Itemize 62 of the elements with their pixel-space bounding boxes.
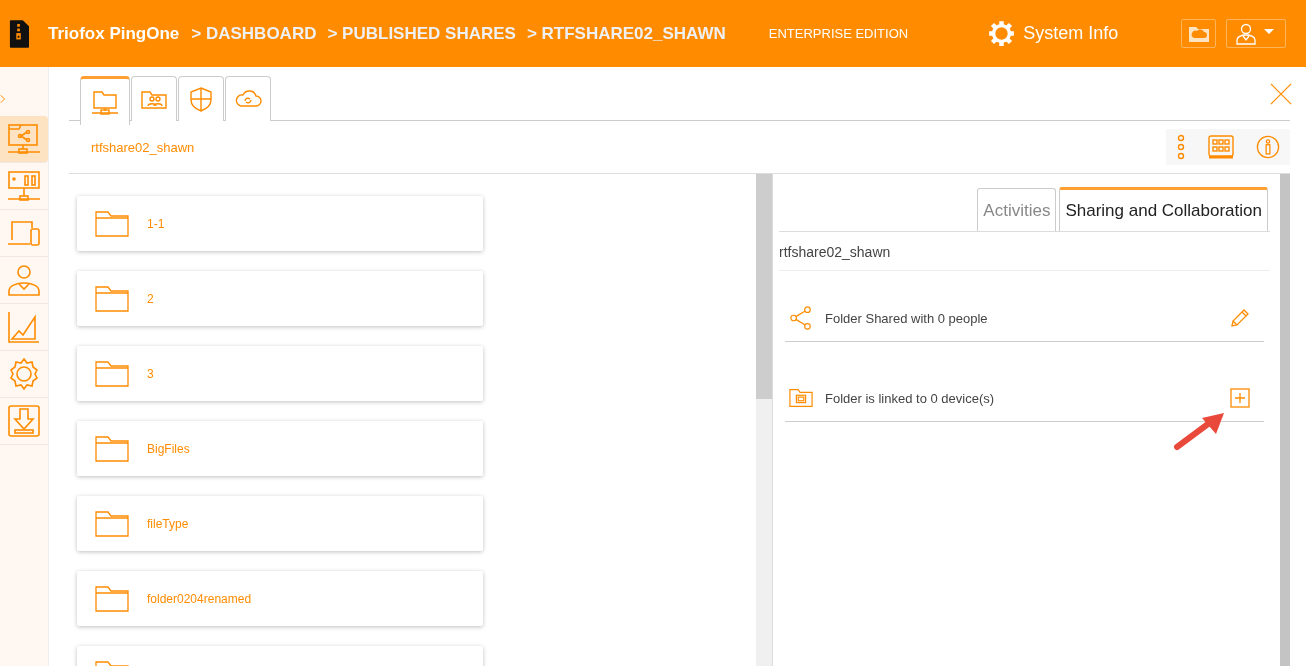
scrollbar[interactable] bbox=[1280, 174, 1290, 666]
folder-icon bbox=[95, 435, 129, 462]
cloud-folder-icon bbox=[1187, 24, 1210, 43]
folder-path: rtfshare02_shawn bbox=[91, 139, 195, 155]
close-icon[interactable] bbox=[1270, 83, 1292, 105]
share-name: rtfshare02_shawn bbox=[779, 232, 1270, 271]
tab[interactable] bbox=[178, 76, 224, 121]
network-folder-icon bbox=[91, 89, 119, 115]
tab[interactable]: Activities bbox=[977, 188, 1057, 231]
tab[interactable]: Sharing and Collaboration bbox=[1059, 187, 1268, 231]
tab[interactable] bbox=[131, 76, 177, 121]
folder-card[interactable]: 1-1 bbox=[77, 196, 483, 251]
folder-icon bbox=[95, 510, 129, 537]
server-icon bbox=[7, 169, 41, 203]
more-icon[interactable] bbox=[1176, 134, 1186, 160]
grid-view-icon[interactable] bbox=[1208, 135, 1234, 159]
breadcrumb-link[interactable]: > DASHBOARD bbox=[191, 23, 317, 44]
row-text: Folder Shared with 0 people bbox=[825, 310, 989, 326]
row-text: Folder is linked to 0 device(s) bbox=[825, 390, 996, 406]
folder-name: fileType bbox=[147, 516, 189, 531]
folder-card[interactable]: 3 bbox=[77, 346, 483, 401]
tab[interactable] bbox=[225, 76, 271, 121]
app-name: Triofox PingOne bbox=[48, 23, 180, 44]
folder-card[interactable]: 2 bbox=[77, 271, 483, 326]
share-folder-icon bbox=[7, 122, 41, 156]
cloud-folder-button[interactable] bbox=[1181, 19, 1216, 48]
download-icon bbox=[7, 404, 41, 438]
chart-icon bbox=[7, 310, 41, 344]
folder-name: folder0204renamed bbox=[147, 591, 252, 606]
user-icon bbox=[7, 263, 41, 297]
breadcrumb-link[interactable]: > RTFSHARE02_SHAWN bbox=[526, 23, 726, 44]
folder-name: 1-1 bbox=[147, 216, 165, 231]
tab[interactable] bbox=[80, 76, 130, 125]
settings-icon bbox=[7, 357, 41, 391]
folder-name: 3 bbox=[147, 366, 154, 381]
folder-icon bbox=[95, 285, 129, 312]
breadcrumb-link[interactable]: > PUBLISHED SHARES bbox=[327, 23, 516, 44]
info-icon[interactable] bbox=[1256, 135, 1280, 159]
zip-file-icon bbox=[9, 19, 29, 48]
user-icon bbox=[1236, 22, 1276, 45]
folder-icon bbox=[95, 360, 129, 387]
folder-card[interactable]: fileType bbox=[77, 496, 483, 551]
linked-folder-icon bbox=[789, 386, 813, 410]
add-button[interactable] bbox=[1230, 388, 1250, 408]
pencil-icon bbox=[1230, 308, 1250, 328]
user-menu-button[interactable] bbox=[1226, 19, 1286, 48]
shield-icon bbox=[187, 86, 215, 112]
folder-icon bbox=[95, 585, 129, 612]
settings-icon bbox=[988, 20, 1016, 47]
folder-icon bbox=[95, 210, 129, 237]
sidebar-item[interactable] bbox=[0, 116, 48, 163]
scrollbar-thumb[interactable] bbox=[756, 174, 772, 399]
plus-icon bbox=[1230, 388, 1250, 408]
edition-label: ENTERPRISE EDITION bbox=[768, 26, 909, 41]
chevron-icon[interactable] bbox=[0, 94, 6, 104]
edit-button[interactable] bbox=[1230, 308, 1250, 328]
folder-name: 2 bbox=[147, 291, 154, 306]
folder-card[interactable]: folder0204renamed bbox=[77, 571, 483, 626]
folder-card[interactable]: BigFiles bbox=[77, 421, 483, 476]
folder-name: BigFiles bbox=[147, 441, 190, 456]
system-info-link[interactable]: System Info bbox=[988, 20, 1119, 47]
share-icon bbox=[789, 306, 813, 330]
